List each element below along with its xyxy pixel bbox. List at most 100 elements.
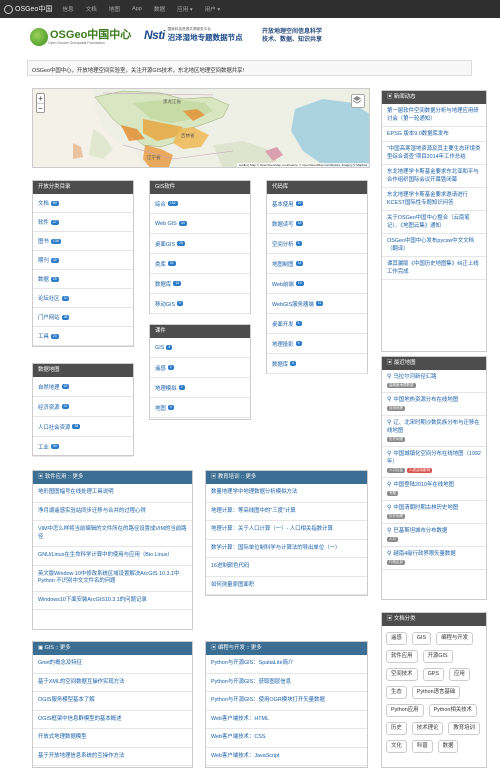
doc-category-tag[interactable]: 科普 [411, 740, 433, 753]
doc-category-tag[interactable]: GPS [422, 668, 444, 681]
list-item[interactable]: 数据库 6 [267, 354, 367, 374]
list-item[interactable]: 综合 182 [150, 194, 250, 214]
article-link[interactable]: 如何测量原图面积 [206, 577, 367, 595]
doc-category-tag[interactable]: 生态 [386, 686, 407, 699]
recent-map-item[interactable]: ⚲ 越南4级行政界限矢量数据 行政区划 [382, 547, 486, 570]
list-item[interactable]: 自然地理 42 [33, 377, 133, 397]
article-link[interactable]: Python与开源GIS：使用OGR模块打开矢量数据 [206, 692, 367, 711]
list-item[interactable]: Web前端 19 [267, 274, 367, 294]
list-item[interactable]: 文档 80 [33, 194, 133, 213]
doc-category-tag[interactable]: 空间技术 [386, 668, 418, 681]
doc-category-tag[interactable]: 文化 [386, 740, 407, 753]
recent-map-item[interactable]: ⚲ 中国地热资源分布在线地图 自然地理 [382, 393, 486, 416]
list-item[interactable]: 经济资源 21 [33, 397, 133, 417]
list-item[interactable]: 谭其骧版《中国历史地图集》纠正上线工作完成 [382, 257, 486, 280]
recent-map-item[interactable]: ⚲ 中国城镇化空间分布在线地图（1992年） 人口社会 人类活动影响 [382, 447, 486, 478]
doc-category-tag[interactable]: Python语言基础 [411, 686, 461, 699]
doc-category-tag[interactable]: 遥感 [386, 632, 407, 645]
list-item[interactable]: 地理投影 4 [267, 334, 367, 354]
list-item[interactable]: 关于OSGeo中国中心整合（云南笔记）、《地图云集》通知 [382, 211, 486, 234]
list-item[interactable]: 桌面开发 5 [267, 314, 367, 334]
list-item[interactable]: 地图制图 14 [267, 254, 367, 274]
list-item[interactable]: 工业 30 [33, 437, 133, 457]
nsti-logo[interactable]: Nsti 国家科技资源共享服务平台 沼泽湿地专题数据节点 [144, 27, 243, 43]
doc-category-tag[interactable]: 软件应用 [386, 650, 418, 663]
list-item[interactable]: 工具 20 [33, 327, 133, 346]
list-item[interactable]: 软件 27 [33, 213, 133, 232]
nav-item-map[interactable]: 地图 [109, 5, 120, 13]
list-item[interactable]: OSGeo中国中心发布pycsw中文文档（翻译） [382, 234, 486, 257]
article-link[interactable]: VIM中怎么样将当前编辑的文件所在的路径设置成VIM的当前路径 [33, 521, 192, 547]
recent-map-item[interactable]: ⚲ 中国清朝时期古林历史地图 历史地理 [382, 501, 486, 524]
nav-item-app[interactable]: App [132, 6, 142, 12]
article-link[interactable]: 英文版Window 10中修改系统区域设置解决ArcGIS 10.3.1中 Py… [33, 566, 192, 592]
list-item[interactable]: EPSG 版本9.0数据库发布 [382, 127, 486, 142]
zoom-out-button[interactable]: − [37, 103, 44, 113]
doc-category-tag[interactable]: 开源GIS [422, 650, 453, 663]
list-item[interactable]: 论坛社区 10 [33, 289, 133, 308]
doc-category-tag[interactable]: GIS [411, 632, 432, 645]
article-link[interactable]: Python与开源GIS：SpatiaLite简介 [206, 655, 367, 674]
recent-map-item[interactable]: ⚲ 中国登陆2010年在线地图 专题 [382, 478, 486, 501]
doc-category-tag[interactable]: 应用 [448, 668, 470, 681]
article-link[interactable]: Web客户端技术：CSS [206, 729, 367, 748]
article-link[interactable]: 净月湖遥感实验站同步迁移与合并的过程心得 [33, 503, 192, 521]
nav-item-apps-menu[interactable]: 应用 ▾ [177, 5, 193, 13]
nav-item-docs[interactable]: 文档 [86, 5, 97, 13]
list-item[interactable]: 人口社会资源 38 [33, 417, 133, 437]
article-link[interactable]: Gnet的概念及特征 [33, 655, 192, 674]
nav-item-data[interactable]: 数据 [154, 5, 165, 13]
doc-category-tag[interactable]: Python相关技术 [428, 704, 477, 717]
article-link[interactable]: 地形图图幅号在线处理工具说明 [33, 484, 192, 503]
zoom-in-button[interactable]: + [37, 94, 44, 103]
list-item[interactable]: 桌面GIS 25 [150, 234, 250, 254]
article-link[interactable]: 基于开放地理信息系统的互操作方法 [33, 748, 192, 766]
article-link[interactable]: 地理计算：关于人口计算（一）- 人口相关指数计算 [206, 521, 367, 540]
article-link[interactable]: OGIS服务模型基本了解 [33, 692, 192, 711]
nav-item-user-menu[interactable]: 用户 ▾ [205, 5, 221, 13]
list-item[interactable]: 数据库 13 [150, 274, 250, 294]
article-link[interactable]: 数学计算：国际单位制科学与计算法的导出单位（一） [206, 540, 367, 558]
doc-category-tag[interactable]: Python应用 [386, 704, 424, 717]
list-item[interactable]: Web GIS 34 [150, 214, 250, 234]
article-link[interactable]: 地理计算：等高线图中的"三度"计算 [206, 503, 367, 521]
list-item[interactable]: 第一届软件空间数据分析与地理应用研讨会（第一轮通知） [382, 104, 486, 127]
doc-category-tag[interactable]: 编程与开发 [436, 632, 474, 645]
recent-map-item[interactable]: ⚲ 辽、北宋时期沙数民族分布与迁移在线地图 历史地理 [382, 416, 486, 447]
list-item[interactable]: 图书 138 [33, 232, 133, 251]
article-link[interactable]: Windows10下面安装ArcGIS10.3.1的问题记录 [33, 592, 192, 610]
doc-category-tag[interactable]: 历史 [386, 722, 407, 735]
list-item[interactable]: WebGIS服务器端 11 [267, 294, 367, 314]
osgeo-china-logo[interactable]: OSGeo中国中心 Open Source Geospatial Foundat… [30, 28, 131, 46]
list-item[interactable]: 期刊 40 [33, 251, 133, 270]
article-link[interactable]: OGIS框架中信息群模型的基本概述 [33, 711, 192, 729]
recent-map-item[interactable]: ⚲ 巴基斯坦城市分布数据 人口 [382, 524, 486, 547]
list-item[interactable]: 数据 25 [33, 270, 133, 289]
list-item[interactable]: 东北地理学卡斯基金要求东北亚和平与合作组织国际会议开幕暨闭幕 [382, 165, 486, 188]
list-item[interactable]: "中国高寒湿地资源及其主要生态环境类型综合调查"项目2014年工作总结 [382, 142, 486, 165]
list-item[interactable]: 基本使用 22 [267, 194, 367, 214]
recent-map-item[interactable]: ⚲ 乌拉尔河新径汇路 高精度地理数据 [382, 370, 486, 393]
doc-category-tag[interactable]: 技术理论 [411, 722, 444, 735]
list-item[interactable]: 类库 31 [150, 254, 250, 274]
list-item[interactable]: 地图 4 [150, 398, 250, 418]
doc-category-tag[interactable]: 数据 [437, 740, 459, 753]
list-item[interactable]: 移动GIS 9 [150, 294, 250, 314]
article-link[interactable]: Web客户端技术：JavaScript [206, 748, 367, 766]
leaflet-map[interactable]: 黑龙江省 吉林省 辽宁省 + − Leaflet | Map © OpenStr… [32, 88, 370, 168]
article-link[interactable]: Python与开源GIS：获取图层信息 [206, 674, 367, 692]
list-item[interactable]: 地理模拟 2 [150, 378, 250, 398]
layers-control-icon[interactable] [351, 94, 365, 108]
article-link[interactable]: Web客户端技术：HTML [206, 711, 367, 729]
list-item[interactable]: 东北地理学卡斯基金要求邀请进行KCEST国际性专题知识问答 [382, 188, 486, 211]
list-item[interactable]: 空间分析 8 [267, 234, 367, 254]
article-link[interactable]: 数量地理学中地理数据分析模拟方法 [206, 484, 367, 503]
site-brand[interactable]: OSGeo中国 [4, 4, 52, 14]
article-link[interactable]: 开放式地理数据模型 [33, 729, 192, 748]
nav-item-info[interactable]: 信息 [62, 5, 73, 13]
list-item[interactable]: 数据读写 18 [267, 214, 367, 234]
article-link[interactable]: 16进制颜色代码 [206, 558, 367, 577]
doc-category-tag[interactable]: 教育培训 [448, 722, 480, 735]
article-link[interactable]: 基于XML的空间数据互操作实现方法 [33, 674, 192, 692]
list-item[interactable]: 遥感 2 [150, 358, 250, 378]
